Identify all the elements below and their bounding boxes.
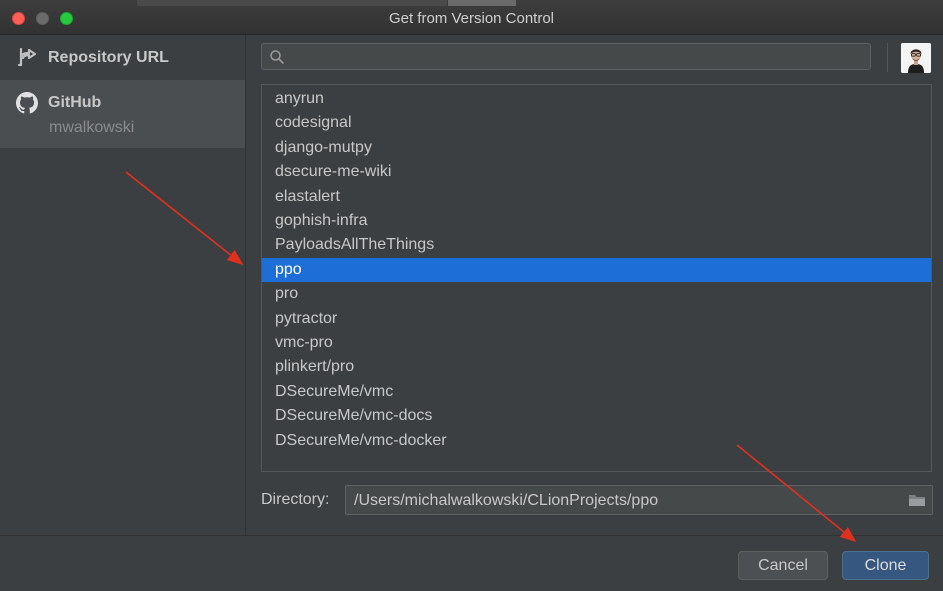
clone-button[interactable]: Clone <box>842 551 929 580</box>
list-item[interactable]: pytractor <box>262 307 931 331</box>
list-item[interactable]: vmc-pro <box>262 331 931 355</box>
sidebar-item-repository-url[interactable]: Repository URL <box>0 35 245 80</box>
repository-list[interactable]: anyrun codesignal django-mutpy dsecure-me-w… <box>261 84 932 472</box>
sidebar-item-label: GitHub <box>48 94 102 111</box>
list-item[interactable]: DSecureMe/vmc-docker <box>262 429 931 453</box>
github-icon <box>16 92 38 114</box>
window-title: Get from Version Control <box>388 10 555 27</box>
list-item[interactable]: django-mutpy <box>262 136 931 160</box>
github-account-name: mwalkowski <box>49 119 135 136</box>
list-item[interactable]: PayloadsAllTheThings <box>262 233 931 257</box>
list-item[interactable]: codesignal <box>262 111 931 135</box>
background-window-edge <box>137 0 447 6</box>
directory-input[interactable] <box>352 490 896 512</box>
list-item[interactable]: dsecure-me-wiki <box>262 160 931 184</box>
list-item[interactable]: gophish-infra <box>262 209 931 233</box>
list-item[interactable]: plinkert/pro <box>262 355 931 379</box>
cancel-button[interactable]: Cancel <box>738 551 828 580</box>
sidebar-item-label: Repository URL <box>48 49 169 66</box>
vcs-icon <box>17 47 37 67</box>
list-item[interactable]: anyrun <box>262 87 931 111</box>
avatar-icon <box>901 43 931 73</box>
background-window-tab <box>448 0 516 6</box>
folder-icon[interactable] <box>908 492 926 508</box>
list-item[interactable]: elastalert <box>262 185 931 209</box>
list-item[interactable]: DSecureMe/vmc <box>262 380 931 404</box>
account-avatar[interactable] <box>901 43 931 73</box>
search-input[interactable] <box>292 46 866 68</box>
list-item[interactable]: DSecureMe/vmc-docs <box>262 404 931 428</box>
directory-label: Directory: <box>261 491 330 508</box>
list-item[interactable]: pro <box>262 282 931 306</box>
source-sidebar: Repository URL GitHub mwalkowski <box>0 35 246 535</box>
search-icon <box>270 50 284 64</box>
title-bar: Get from Version Control <box>0 0 943 35</box>
sidebar-item-github[interactable]: GitHub mwalkowski <box>0 80 245 148</box>
repository-search[interactable] <box>261 43 871 70</box>
footer-divider <box>0 535 943 536</box>
toolbar-separator <box>887 43 888 72</box>
list-item[interactable]: ppo <box>262 257 931 282</box>
directory-field[interactable] <box>345 485 933 515</box>
